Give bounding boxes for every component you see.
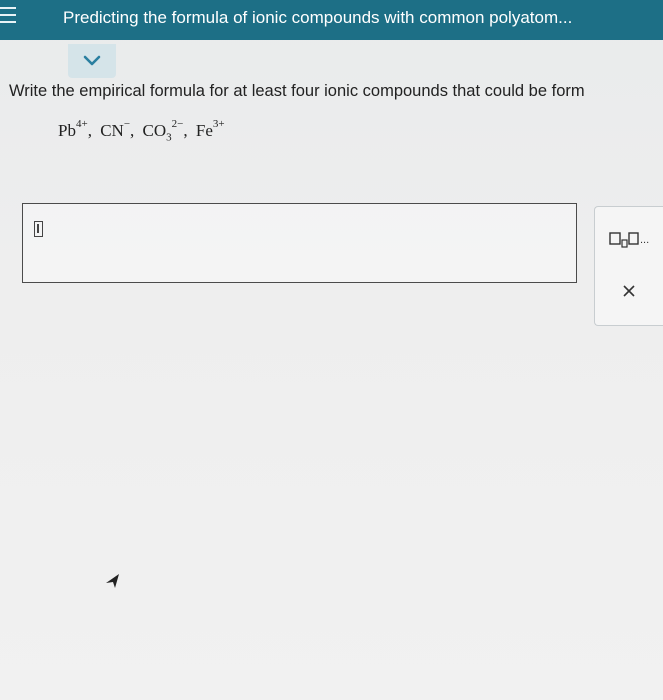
mouse-pointer-icon — [106, 574, 119, 588]
question-prompt: Write the empirical formula for at least… — [9, 82, 585, 100]
ion: Fe3+ — [195, 118, 225, 140]
more-ellipsis: ... — [640, 234, 650, 246]
answer-input[interactable] — [22, 203, 577, 283]
ion: CO32−, — [142, 118, 188, 144]
menu-icon[interactable] — [0, 7, 16, 31]
clear-button[interactable] — [621, 283, 637, 299]
ion-list: Pb4+, CN−, CO32−, Fe3+ — [58, 118, 225, 144]
chevron-down-icon — [83, 55, 101, 66]
formula-tool-panel: ... — [594, 206, 663, 326]
collapse-toggle-button[interactable] — [68, 44, 116, 78]
top-bar: Predicting the formula of ionic compound… — [0, 0, 663, 40]
ion: Pb4+, — [58, 118, 92, 140]
close-icon — [623, 285, 635, 297]
page-title: Predicting the formula of ionic compound… — [63, 8, 573, 27]
ion: CN−, — [100, 118, 135, 140]
subscript-template-icon — [609, 232, 639, 248]
subscript-template-button[interactable]: ... — [609, 227, 657, 253]
text-cursor — [34, 221, 43, 237]
